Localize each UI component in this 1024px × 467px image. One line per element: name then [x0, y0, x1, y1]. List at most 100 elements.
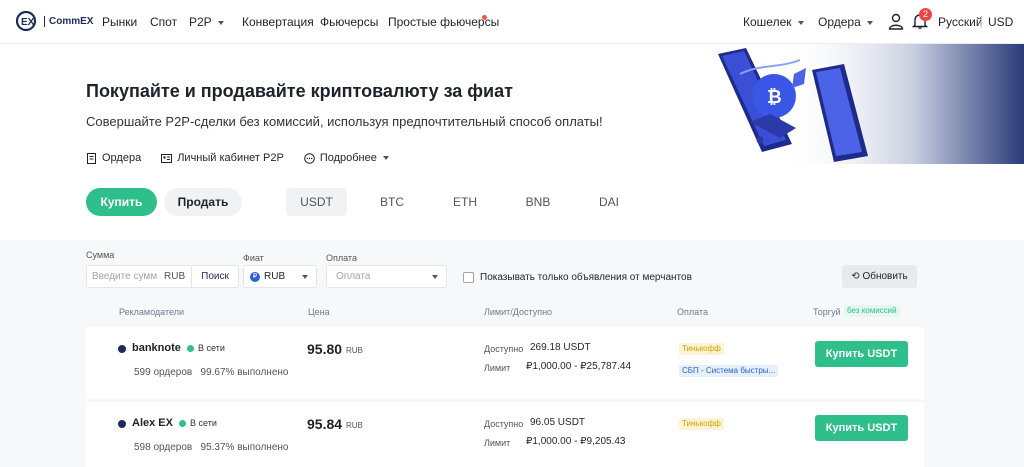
- col-header-limit: Лимит/Доступно: [484, 307, 553, 317]
- wallet-menu[interactable]: Кошелек: [743, 15, 804, 29]
- amount-input-group: Введите сумм RUB Поиск: [86, 265, 239, 288]
- amount-currency: RUB: [164, 271, 186, 282]
- payment-select[interactable]: Оплата: [326, 265, 447, 288]
- offer-price: 95.80: [307, 341, 343, 357]
- fiat-value: RUB: [264, 271, 286, 282]
- fiat-select[interactable]: ₽ RUB: [243, 265, 317, 288]
- merchant-only-checkbox[interactable]: [463, 272, 474, 283]
- col-header-price: Цена: [308, 307, 330, 317]
- svg-text:₿: ₿: [767, 87, 782, 107]
- nav-markets[interactable]: Рынки: [102, 15, 137, 29]
- hero-illustration: ₿: [718, 44, 1024, 164]
- advertiser-stats: 598 ордеров 95.37% выполнено: [134, 442, 289, 453]
- limit-value: ₽1,000.00 - ₽9,205.43: [526, 436, 626, 447]
- orders-menu[interactable]: Ордера: [818, 15, 873, 29]
- refresh-label: Обновить: [862, 271, 908, 282]
- fiat-label: Фиат: [243, 253, 264, 263]
- available-label: Доступно: [484, 419, 524, 429]
- logo[interactable]: EX CommEX: [16, 11, 93, 31]
- online-status: В сети: [198, 343, 225, 353]
- coin-tab-bnb[interactable]: BNB: [516, 188, 560, 216]
- verified-icon: [118, 420, 126, 428]
- online-status: В сети: [190, 418, 217, 428]
- chevron-down-icon: [432, 275, 438, 279]
- payment-method-tag: СБП - Система быстры...: [679, 365, 779, 377]
- refresh-icon: ⟲: [851, 271, 860, 282]
- price-currency: RUB: [346, 346, 363, 355]
- orders-link-label: Ордера: [102, 152, 142, 164]
- chevron-down-icon: [302, 275, 308, 279]
- col-header-trade: Торгуй: [813, 307, 841, 317]
- payment-method-tag: Тинькофф: [679, 343, 724, 355]
- col-header-payment: Оплата: [677, 307, 708, 317]
- advertiser-name[interactable]: banknote: [132, 342, 181, 354]
- orders-link[interactable]: Ордера: [86, 152, 141, 164]
- language-selector[interactable]: Русский: [938, 15, 983, 29]
- top-nav: EX CommEX Рынки Спот P2P Конвертация Фью…: [0, 0, 1024, 44]
- svg-text:EX: EX: [21, 17, 35, 28]
- orders-label: Ордера: [818, 15, 861, 29]
- buy-tab-button[interactable]: Купить: [86, 188, 157, 216]
- offer-price: 95.84: [307, 416, 343, 432]
- document-icon: [87, 152, 96, 164]
- available-value: 96.05 USDT: [530, 417, 586, 428]
- ruble-icon: ₽: [250, 272, 260, 282]
- p2p-cabinet-label: Личный кабинет P2P: [177, 152, 284, 164]
- available-value: 269.18 USDT: [530, 342, 591, 353]
- chevron-down-icon: [382, 156, 389, 160]
- chevron-down-icon: [866, 20, 873, 25]
- hero-links: Ордера Личный кабинет P2P Подробнее: [86, 152, 409, 164]
- amount-label: Сумма: [86, 250, 115, 260]
- currency-selector[interactable]: USD: [988, 15, 1013, 29]
- coin-tab-dai[interactable]: DAI: [587, 188, 631, 216]
- hot-indicator-icon: [482, 15, 487, 20]
- commex-logo-icon: EX: [16, 11, 37, 31]
- limit-label: Лимит: [484, 438, 511, 448]
- user-icon[interactable]: [888, 13, 904, 30]
- nav-convert[interactable]: Конвертация: [242, 15, 314, 29]
- divider: [981, 16, 982, 28]
- payment-method-tag: Тинькофф: [679, 418, 724, 430]
- verified-icon: [118, 345, 126, 353]
- refresh-button[interactable]: ⟲ Обновить: [842, 265, 917, 288]
- payment-label: Оплата: [326, 253, 357, 263]
- nav-p2p-label: P2P: [189, 15, 212, 29]
- search-button[interactable]: Поиск: [193, 271, 237, 282]
- logo-text: CommEX: [44, 15, 93, 27]
- page-subtitle: Совершайте P2P-сделки без комиссий, испо…: [86, 114, 603, 129]
- col-header-advertisers: Рекламодатели: [119, 307, 184, 317]
- buy-usdt-button[interactable]: Купить USDT: [815, 341, 908, 367]
- advertiser-stats: 599 ордеров 99.67% выполнено: [134, 367, 289, 378]
- more-circle-icon: [304, 152, 315, 164]
- coin-tab-btc[interactable]: BTC: [370, 188, 414, 216]
- chevron-down-icon: [217, 20, 224, 25]
- price-currency: RUB: [346, 421, 363, 430]
- online-status-icon: [179, 420, 186, 427]
- no-fee-badge: без комиссий: [844, 305, 900, 317]
- profile-card-icon: [161, 153, 173, 163]
- divider: [191, 266, 192, 287]
- coin-tab-eth[interactable]: ETH: [443, 188, 487, 216]
- table-row: [86, 402, 924, 467]
- notification-badge: 2: [919, 8, 932, 21]
- coin-tab-usdt[interactable]: USDT: [286, 188, 347, 216]
- chevron-down-icon: [797, 20, 804, 25]
- sell-tab-button[interactable]: Продать: [164, 188, 242, 216]
- more-link[interactable]: Подробнее: [304, 152, 389, 164]
- more-link-label: Подробнее: [319, 152, 377, 164]
- nav-futures[interactable]: Фьючерсы: [320, 15, 378, 29]
- p2p-cabinet-link[interactable]: Личный кабинет P2P: [161, 152, 284, 164]
- buy-usdt-button[interactable]: Купить USDT: [815, 415, 908, 441]
- merchant-only-label: Показывать только объявления от мерчанто…: [480, 272, 692, 283]
- limit-value: ₽1,000.00 - ₽25,787.44: [526, 361, 632, 372]
- page-title: Покупайте и продавайте криптовалюту за ф…: [86, 81, 513, 101]
- nav-p2p[interactable]: P2P: [189, 15, 224, 29]
- nav-spot[interactable]: Спот: [150, 15, 177, 29]
- payment-placeholder: Оплата: [336, 271, 371, 282]
- advertiser-name[interactable]: Alex EX: [132, 417, 173, 429]
- wallet-label: Кошелек: [743, 15, 792, 29]
- available-label: Доступно: [484, 344, 524, 354]
- limit-label: Лимит: [484, 363, 511, 373]
- amount-input[interactable]: Введите сумм: [92, 271, 157, 282]
- online-status-icon: [187, 345, 194, 352]
